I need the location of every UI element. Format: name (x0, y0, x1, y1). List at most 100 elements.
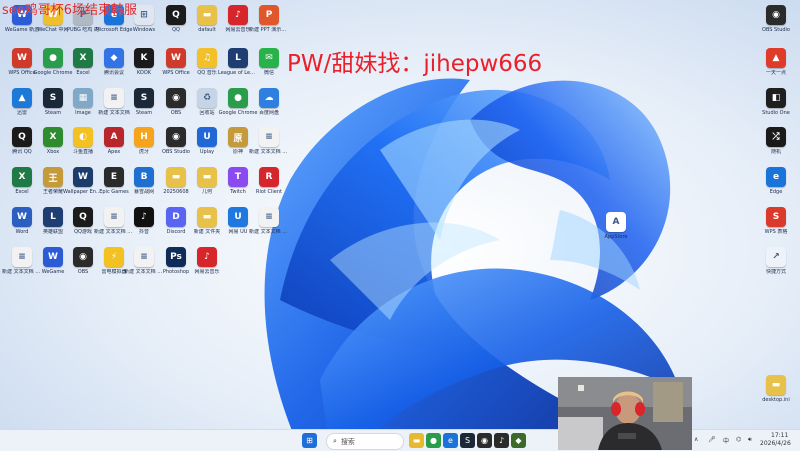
desktop-icon-label: 新建 PPT 演示文稿 (249, 27, 289, 33)
lol-icon: L (228, 48, 248, 68)
text-file-icon: ≡ (12, 247, 32, 267)
twitch-icon: T (228, 167, 248, 187)
game-icon: ◆ (515, 436, 522, 445)
text-file-icon: ≡ (134, 247, 154, 267)
desktop-icon[interactable]: P 新建 PPT 演示文稿 (249, 5, 289, 49)
folder-icon: ▬ (197, 167, 217, 187)
desktop-icon[interactable]: ◉ OBS Studio (760, 5, 792, 49)
desktop-icon[interactable]: ♪ 网易云音乐 (191, 247, 223, 291)
qqmusic-icon: ♫ (197, 48, 217, 68)
desktop-icon[interactable]: ✉ 微信 (253, 48, 285, 92)
desktop-icon[interactable]: ↗ 快捷方式 (760, 247, 792, 291)
desktop-icon-label: 随机 (770, 149, 781, 155)
game-icon: 王 (43, 167, 63, 187)
uplay-icon: U (197, 127, 217, 147)
obs-icon: ◉ (166, 127, 186, 147)
riot-icon: R (259, 167, 279, 187)
wps-icon: W (12, 48, 32, 68)
qq-icon: Q (166, 5, 186, 25)
folder-icon: ▬ (197, 5, 217, 25)
desktop-icon[interactable]: R Riot Client (253, 167, 285, 211)
douyu-icon: ◐ (73, 127, 93, 147)
taskbar-app-obs-icon[interactable]: ◉ (477, 433, 492, 448)
app-icon: ▲ (766, 48, 786, 68)
genshin-icon: 原 (228, 127, 248, 147)
huya-icon: H (134, 127, 154, 147)
desktop-icon[interactable]: A AppStore (600, 212, 632, 256)
desktop-icon[interactable]: S WPS 表格 (760, 207, 792, 251)
search-icon: ⌕ (333, 437, 337, 445)
desktop-icon-label: Riot Client (256, 189, 282, 195)
desktop-icon-label: Studio One (762, 110, 790, 116)
desktop-icon[interactable]: e Edge (760, 167, 792, 211)
epic-icon: E (104, 167, 124, 187)
music-icon: ♪ (228, 5, 248, 25)
excel-icon: X (12, 167, 32, 187)
qq-icon: Q (12, 127, 32, 147)
taskbar-app-edge-icon[interactable]: e (443, 433, 458, 448)
desktop-icon[interactable]: ≡ 新建 文本文档 (2) (249, 127, 289, 171)
obs-icon: ◉ (481, 436, 488, 445)
desktop-icon[interactable]: ⤮ 随机 (760, 127, 792, 171)
battlenet-icon: B (134, 167, 154, 187)
file-explorer-icon: ▬ (412, 436, 421, 445)
xbox-icon: X (43, 127, 63, 147)
desktop-icon[interactable]: ☁ 百度网盘 (253, 88, 285, 132)
text-file-icon: ≡ (259, 127, 279, 147)
taskbar-app-chrome-icon[interactable]: ● (426, 433, 441, 448)
desktop-icon-label: 快捷方式 (765, 269, 786, 275)
chrome-icon: ● (228, 88, 248, 108)
music-icon: ♪ (498, 436, 505, 445)
shortcut-icon: ↗ (766, 247, 786, 267)
desktop-icon-label: desktop.ini (762, 397, 790, 403)
desktop-icon-label: Edge (769, 189, 783, 195)
image-icon: ▦ (73, 88, 93, 108)
windows-start-icon: ⊞ (306, 436, 313, 445)
desktop-icon[interactable]: ≡ 新建 文本文档 (4) (249, 207, 289, 251)
tray-mic-icon[interactable]: 🎤︎ (708, 436, 716, 443)
uu-icon: U (228, 207, 248, 227)
app-store-icon: A (606, 212, 626, 232)
taskbar-app-steam-icon[interactable]: S (460, 433, 475, 448)
desktop-icon[interactable]: ▬ desktop.ini (760, 375, 792, 419)
steam-icon: S (134, 88, 154, 108)
desktop-icon[interactable]: ◧ Studio One (760, 88, 792, 132)
tray-volume-icon[interactable]: 🔊︎ (748, 436, 752, 444)
ppt-icon: P (259, 5, 279, 25)
streamer-webcam-overlay (558, 377, 692, 450)
tray-clock-time[interactable]: 17:11 (771, 432, 788, 439)
tray-chevron-icon[interactable]: ∧ (694, 436, 698, 443)
taskbar-app-music-icon[interactable]: ♪ (494, 433, 509, 448)
baidu-icon: ☁ (259, 88, 279, 108)
word-icon: W (12, 207, 32, 227)
desktop-icon-label: AppStore (604, 234, 628, 240)
douyin-icon: ♪ (134, 207, 154, 227)
chrome-icon: ● (430, 436, 437, 445)
photoshop-icon: Ps (166, 247, 186, 267)
folder-icon: ▬ (166, 167, 186, 187)
obs-icon: ◉ (766, 5, 786, 25)
lol-icon: L (43, 207, 63, 227)
taskbar-app-game-icon[interactable]: ◆ (511, 433, 526, 448)
tray-network-icon[interactable]: ⌬ (736, 436, 741, 443)
desktop-icon-label: 网易云音乐 (194, 269, 220, 275)
folder-icon: ▬ (197, 207, 217, 227)
desktop-icon-label: 一天一点 (765, 70, 786, 76)
wps-icon: W (166, 48, 186, 68)
tray-clock-date[interactable]: 2026/4/26 (760, 440, 791, 447)
meeting-icon: ◆ (104, 48, 124, 68)
wps-sheet-icon: S (766, 207, 786, 227)
desktop-icon-label: 微信 (263, 70, 274, 76)
desktop-icon[interactable]: ▲ 一天一点 (760, 48, 792, 92)
wallpaper-icon: W (73, 167, 93, 187)
taskbar-search-box[interactable]: ⌕ 搜索 (326, 433, 404, 450)
webcam-feed (558, 377, 692, 450)
wechat-icon: ✉ (259, 48, 279, 68)
stream-overlay-promo: PW/甜妹找：jihepw666 (287, 51, 543, 77)
tray-language[interactable]: 中 (723, 436, 729, 445)
wegame-icon: W (43, 247, 63, 267)
stream-overlay-title: see鸡哥杯6场结束韩服 (2, 3, 138, 18)
taskbar-app-windows-start-icon[interactable]: ⊞ (302, 433, 317, 448)
steam-icon: S (464, 436, 471, 445)
taskbar-app-file-explorer-icon[interactable]: ▬ (409, 433, 424, 448)
